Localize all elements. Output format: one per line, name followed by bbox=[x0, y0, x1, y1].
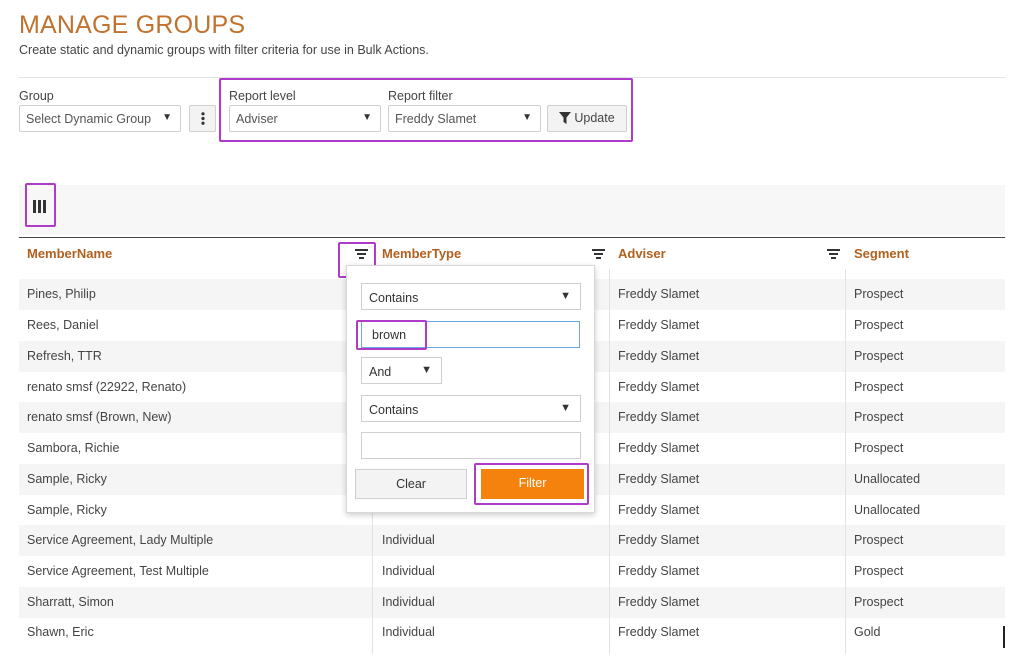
column-divider bbox=[845, 269, 846, 654]
cell-adviser: Freddy Slamet bbox=[618, 533, 700, 547]
cell-membername: Service Agreement, Lady Multiple bbox=[27, 533, 214, 547]
group-label: Group bbox=[19, 89, 54, 103]
group-select[interactable]: Select Dynamic Group ▼ bbox=[19, 105, 181, 132]
column-divider bbox=[609, 269, 610, 654]
cell-membername: renato smsf (Brown, New) bbox=[27, 410, 172, 424]
group-select-value: Select Dynamic Group bbox=[26, 112, 152, 126]
page-subtitle: Create static and dynamic groups with fi… bbox=[19, 43, 429, 57]
cell-membertype: Individual bbox=[382, 533, 435, 547]
text-cursor bbox=[1003, 626, 1005, 648]
group-more-button[interactable] bbox=[189, 105, 216, 132]
cell-adviser: Freddy Slamet bbox=[618, 503, 700, 517]
cell-adviser: Freddy Slamet bbox=[618, 410, 700, 424]
chevron-down-icon: ▼ bbox=[421, 364, 432, 376]
cell-adviser: Freddy Slamet bbox=[618, 349, 700, 363]
cell-segment: Gold bbox=[854, 625, 881, 639]
adviser-filter-icon[interactable] bbox=[827, 249, 840, 259]
grid-toolbar bbox=[19, 185, 1005, 235]
page-title: MANAGE GROUPS bbox=[19, 11, 246, 39]
cell-segment: Prospect bbox=[854, 533, 904, 547]
cell-membername: Service Agreement, Test Multiple bbox=[27, 564, 209, 578]
table-row[interactable]: Shawn, Eric Individual Freddy Slamet Gol… bbox=[19, 617, 1005, 648]
cell-segment: Prospect bbox=[854, 349, 904, 363]
column-header-membertype[interactable]: MemberType bbox=[382, 246, 461, 261]
cell-segment: Prospect bbox=[854, 318, 904, 332]
table-row[interactable]: Service Agreement, Test Multiple Individ… bbox=[19, 556, 1005, 587]
chevron-down-icon: ▼ bbox=[560, 402, 571, 414]
cell-membername: Refresh, TTR bbox=[27, 349, 102, 363]
table-row[interactable]: Sharratt, Simon Individual Freddy Slamet… bbox=[19, 587, 1005, 618]
chevron-down-icon: ▼ bbox=[162, 112, 172, 123]
filter-value2-input[interactable] bbox=[361, 432, 581, 459]
cell-segment: Prospect bbox=[854, 287, 904, 301]
filter-logic-select[interactable]: And ▼ bbox=[361, 357, 442, 384]
cell-segment: Prospect bbox=[854, 564, 904, 578]
filter-operator2-value: Contains bbox=[369, 403, 419, 417]
table-row[interactable]: Service Agreement, Lady Multiple Individ… bbox=[19, 525, 1005, 556]
cell-membername: Pines, Philip bbox=[27, 287, 96, 301]
filter-operator-select[interactable]: Contains ▼ bbox=[361, 283, 581, 310]
cell-segment: Prospect bbox=[854, 380, 904, 394]
column-header-adviser[interactable]: Adviser bbox=[618, 246, 666, 261]
cell-membername: Sample, Ricky bbox=[27, 472, 107, 486]
cell-adviser: Freddy Slamet bbox=[618, 595, 700, 609]
cell-adviser: Freddy Slamet bbox=[618, 380, 700, 394]
membertype-filter-icon[interactable] bbox=[592, 249, 605, 259]
cell-membername: Sample, Ricky bbox=[27, 503, 107, 517]
filter-operator-value: Contains bbox=[369, 291, 419, 305]
cell-adviser: Freddy Slamet bbox=[618, 625, 700, 639]
cell-segment: Unallocated bbox=[854, 503, 921, 517]
highlight-columns-button bbox=[25, 183, 56, 227]
cell-adviser: Freddy Slamet bbox=[618, 564, 700, 578]
vertical-dots-icon bbox=[201, 112, 205, 125]
filter-operator2-select[interactable]: Contains ▼ bbox=[361, 395, 581, 422]
filter-logic-value: And bbox=[369, 365, 392, 379]
cell-membername: renato smsf (22922, Renato) bbox=[27, 380, 187, 394]
column-header-membername[interactable]: MemberName bbox=[27, 246, 112, 261]
cell-membername: Rees, Daniel bbox=[27, 318, 99, 332]
cell-membertype: Individual bbox=[382, 564, 435, 578]
highlight-filter-input bbox=[356, 320, 427, 350]
cell-membername: Sambora, Richie bbox=[27, 441, 120, 455]
cell-adviser: Freddy Slamet bbox=[618, 318, 700, 332]
cell-adviser: Freddy Slamet bbox=[618, 441, 700, 455]
clear-button[interactable]: Clear bbox=[355, 469, 467, 499]
cell-membertype: Individual bbox=[382, 595, 435, 609]
cell-adviser: Freddy Slamet bbox=[618, 472, 700, 486]
cell-adviser: Freddy Slamet bbox=[618, 287, 700, 301]
cell-membername: Shawn, Eric bbox=[27, 625, 94, 639]
cell-membername: Sharratt, Simon bbox=[27, 595, 114, 609]
cell-segment: Prospect bbox=[854, 441, 904, 455]
highlight-filter-button bbox=[474, 463, 589, 505]
cell-membertype: Individual bbox=[382, 625, 435, 639]
chevron-down-icon: ▼ bbox=[560, 290, 571, 302]
cell-segment: Prospect bbox=[854, 410, 904, 424]
cell-segment: Unallocated bbox=[854, 472, 921, 486]
cell-segment: Prospect bbox=[854, 595, 904, 609]
column-header-segment[interactable]: Segment bbox=[854, 246, 909, 261]
highlight-report-controls bbox=[219, 78, 633, 142]
